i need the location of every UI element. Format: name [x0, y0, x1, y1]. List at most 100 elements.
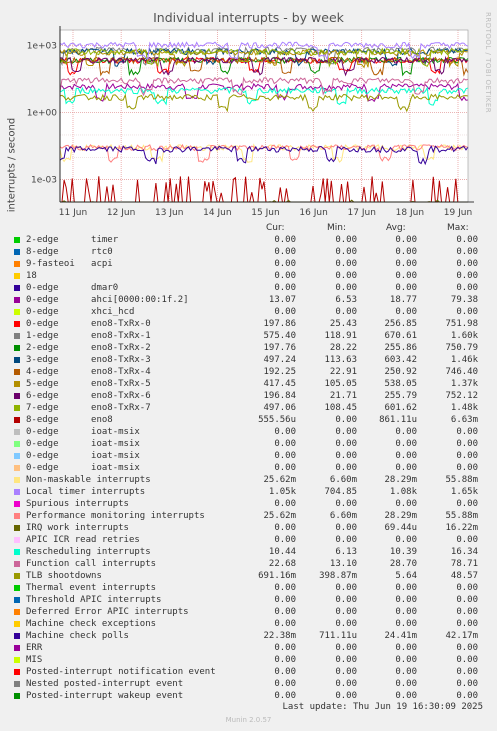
legend-min: 22.91	[329, 367, 357, 377]
legend-label: Spurious interrupts	[26, 499, 129, 509]
legend-row: 18 0.00 0.00 0.00 0.00	[0, 270, 497, 282]
legend-label: Machine check exceptions	[26, 619, 157, 629]
legend-cur: 0.00	[274, 259, 296, 269]
legend-label: TLB shootdowns	[26, 571, 102, 581]
legend-label: 9-fasteoi acpi	[26, 259, 113, 269]
legend-cur: 0.00	[274, 691, 296, 701]
legend-avg: 0.00	[395, 463, 417, 473]
legend-swatch	[14, 609, 20, 615]
legend-cur: 417.45	[263, 379, 296, 389]
legend-avg: 255.86	[384, 343, 417, 353]
legend-max: 0.00	[456, 607, 478, 617]
legend-swatch	[14, 669, 20, 675]
legend-cur: 691.16m	[258, 571, 296, 581]
legend-swatch	[14, 561, 20, 567]
legend-avg: 538.05	[384, 379, 417, 389]
legend-max: 0.00	[456, 439, 478, 449]
legend-max: 0.00	[456, 655, 478, 665]
legend-max: 55.88m	[445, 511, 478, 521]
legend-swatch	[14, 549, 20, 555]
legend-min: 6.13	[335, 547, 357, 557]
legend-min: 0.00	[335, 415, 357, 425]
legend-row: ERR 0.00 0.00 0.00 0.00	[0, 642, 497, 654]
legend-min: 0.00	[335, 235, 357, 245]
legend-swatch	[14, 309, 20, 315]
legend-swatch	[14, 633, 20, 639]
legend-max: 1.60k	[450, 331, 478, 341]
legend-swatch	[14, 477, 20, 483]
legend-cur: 1.05k	[268, 487, 296, 497]
legend-label: 0-edge ioat-msix	[26, 427, 140, 437]
legend-swatch	[14, 621, 20, 627]
legend-max: 0.00	[456, 679, 478, 689]
legend-max: 42.17m	[445, 631, 478, 641]
legend-label: ERR	[26, 643, 43, 653]
legend-avg: 861.11u	[379, 415, 417, 425]
legend-avg: 0.00	[395, 307, 417, 317]
legend-min: 0.00	[335, 691, 357, 701]
x-tick-label: 12 Jun	[107, 208, 135, 218]
legend-max: 0.00	[456, 307, 478, 317]
legend-max: 6.63m	[450, 415, 478, 425]
legend-row: Threshold APIC interrupts 0.00 0.00 0.00 0.0…	[0, 594, 497, 606]
legend-max: 0.00	[456, 247, 478, 257]
x-tick-label: 11 Jun	[59, 208, 87, 218]
legend-max: 0.00	[456, 691, 478, 701]
legend-cur: 192.25	[263, 367, 296, 377]
legend-swatch	[14, 405, 20, 411]
legend-row: Function call interrupts 22.68 13.10 28.70 7…	[0, 558, 497, 570]
legend-avg: 28.29m	[384, 511, 417, 521]
legend-swatch	[14, 249, 20, 255]
legend-swatch	[14, 393, 20, 399]
legend-row: 0-edge ioat-msix 0.00 0.00 0.00 0.00	[0, 426, 497, 438]
legend-label: 0-edge eno8-TxRx-0	[26, 319, 151, 329]
legend-cur: 0.00	[274, 643, 296, 653]
legend-row: 1-edge eno8-TxRx-1 575.40 118.91 670.61 1.60…	[0, 330, 497, 342]
legend-label: Posted-interrupt wakeup event	[26, 691, 184, 701]
legend-cur: 197.76	[263, 343, 296, 353]
legend-swatch	[14, 273, 20, 279]
x-tick-label: 19 Jun	[444, 208, 472, 218]
legend-row: Posted-interrupt wakeup event 0.00 0.00 0.0…	[0, 690, 497, 702]
legend-row: APIC ICR read retries 0.00 0.00 0.00 0.00	[0, 534, 497, 546]
legend-label: 2-edge eno8-TxRx-2	[26, 343, 151, 353]
legend-max: 1.48k	[450, 403, 478, 413]
legend-min: 0.00	[335, 535, 357, 545]
legend-swatch	[14, 381, 20, 387]
legend-swatch	[14, 441, 20, 447]
legend-row: Non-maskable interrupts 25.62m 6.60m 28.29m…	[0, 474, 497, 486]
legend-swatch	[14, 357, 20, 363]
legend-cur: 0.00	[274, 523, 296, 533]
legend-label: Posted-interrupt notification event	[26, 667, 216, 677]
legend-label: 8-edge eno8	[26, 415, 113, 425]
legend-swatch	[14, 693, 20, 699]
legend-swatch	[14, 489, 20, 495]
x-tick-label: 14 Jun	[203, 208, 231, 218]
legend-cur: 0.00	[274, 535, 296, 545]
legend-row: Machine check exceptions 0.00 0.00 0.00 0.00	[0, 618, 497, 630]
legend-row: Posted-interrupt notification event 0.00 0…	[0, 666, 497, 678]
legend-cur: 0.00	[274, 655, 296, 665]
legend-cur: 0.00	[274, 283, 296, 293]
legend-row: 8-edge eno8 555.56u 0.00 861.11u 6.63m	[0, 414, 497, 426]
legend-min: 0.00	[335, 247, 357, 257]
legend-avg: 256.85	[384, 319, 417, 329]
legend-max: 0.00	[456, 667, 478, 677]
legend-avg: 0.00	[395, 619, 417, 629]
legend-max: 0.00	[456, 259, 478, 269]
legend-avg: 18.77	[389, 295, 417, 305]
legend-label: 0-edge ioat-msix	[26, 439, 140, 449]
legend-row: 3-edge eno8-TxRx-3 497.24 113.63 603.42 1.46…	[0, 354, 497, 366]
legend-swatch	[14, 525, 20, 531]
col-cur: Cur:	[266, 223, 285, 233]
legend-row: 2-edge eno8-TxRx-2 197.76 28.22 255.86 750.7…	[0, 342, 497, 354]
legend-cur: 22.38m	[263, 631, 296, 641]
legend-max: 0.00	[456, 535, 478, 545]
legend-max: 0.00	[456, 451, 478, 461]
legend-avg: 670.61	[384, 331, 417, 341]
legend-row: 2-edge timer 0.00 0.00 0.00 0.00	[0, 234, 497, 246]
legend-cur: 0.00	[274, 619, 296, 629]
legend-min: 398.87m	[319, 571, 357, 581]
legend-row: 9-fasteoi acpi 0.00 0.00 0.00 0.00	[0, 258, 497, 270]
y-tick-label: 1e-03	[31, 176, 57, 186]
